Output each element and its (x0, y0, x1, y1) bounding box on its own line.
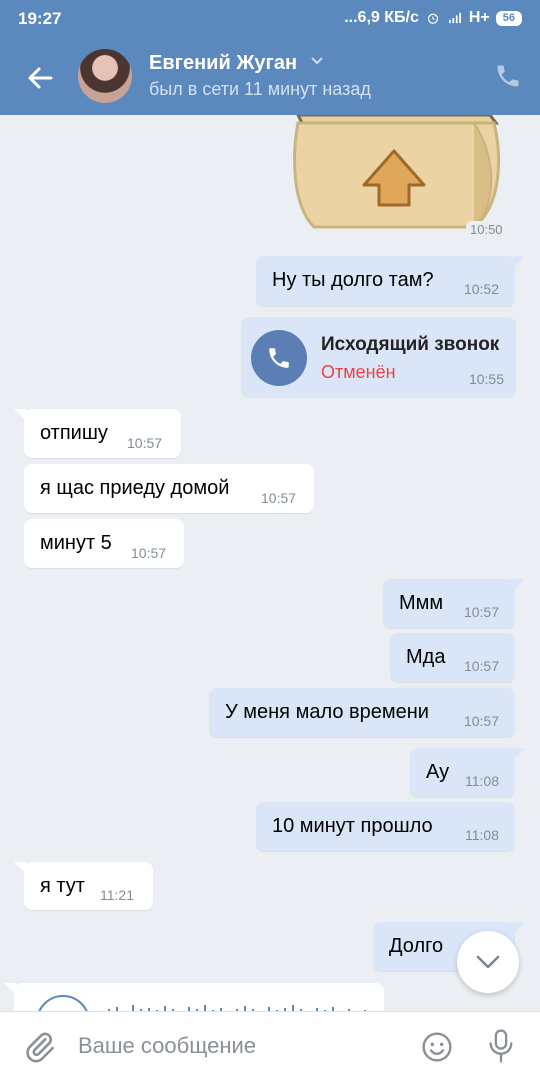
microphone-icon[interactable] (487, 1028, 515, 1064)
phone-icon (269, 348, 289, 368)
call-status: Отменён (321, 362, 396, 382)
message-time: 10:57 (127, 435, 163, 451)
message-text: Мда (406, 646, 446, 668)
message-input[interactable] (78, 1026, 398, 1066)
waveform-icon (108, 1005, 366, 1011)
status-time: 19:27 (18, 9, 62, 28)
call-button[interactable] (494, 62, 522, 90)
message-time: 10:57 (463, 658, 499, 674)
message-bubble-outgoing[interactable]: Ммм 10:57 (383, 579, 525, 628)
message-time: 11:08 (465, 827, 499, 843)
emoji-icon[interactable] (421, 1031, 453, 1063)
sticker-timestamp: 10:50 (466, 221, 507, 238)
alarm-icon (427, 13, 438, 24)
contact-name[interactable]: Евгений Жуган (149, 52, 297, 75)
message-text: Ау (426, 761, 450, 783)
message-bubble-outgoing[interactable]: Ну ты долго там? 10:52 (256, 256, 525, 306)
message-composer (0, 1011, 540, 1080)
signal-icon (448, 12, 461, 24)
message-bubble-outgoing[interactable]: 10 минут прошло 11:08 (256, 802, 515, 851)
contact-last-seen: был в сети 11 минут назад (149, 79, 371, 99)
message-text: я щас приеду домой (40, 477, 230, 499)
voice-play-button[interactable] (36, 995, 90, 1011)
message-text: я тут (40, 875, 85, 897)
message-time: 10:57 (131, 545, 167, 561)
battery-indicator: 56 (495, 10, 522, 26)
message-time: 10:57 (261, 490, 297, 506)
call-phone-icon (251, 330, 307, 386)
phone-icon (497, 65, 519, 87)
message-text: У меня мало времени (225, 701, 429, 723)
message-text: отпишу (40, 422, 108, 444)
message-bubble-incoming[interactable]: я щас приеду домой 10:57 (24, 464, 314, 513)
back-arrow-icon (28, 67, 53, 89)
message-text: Ммм (399, 592, 444, 614)
network-speed: ...6,9 КБ/с (344, 9, 419, 26)
message-text: 10 минут прошло (272, 815, 433, 837)
paperclip-icon[interactable] (22, 1030, 56, 1064)
chevron-down-icon[interactable] (310, 56, 324, 66)
contact-avatar[interactable] (78, 49, 132, 103)
message-bubble-outgoing[interactable]: Мда 10:57 (390, 633, 515, 682)
chevron-down-icon (476, 955, 500, 969)
message-text: минут 5 (40, 532, 112, 554)
voice-message-bubble[interactable] (4, 983, 384, 1011)
call-time: 10:55 (468, 371, 504, 387)
message-time: 11:21 (100, 887, 134, 903)
message-text: Долго (389, 935, 444, 957)
back-button[interactable] (20, 58, 60, 98)
message-time: 11:08 (465, 773, 499, 789)
network-type: H+ (468, 9, 490, 26)
message-bubble-outgoing[interactable]: Ау 11:08 (410, 748, 525, 797)
message-bubble-incoming[interactable]: отпишу 10:57 (14, 409, 181, 458)
message-bubble-outgoing[interactable]: У меня мало времени 10:57 (209, 688, 515, 737)
message-bubble-incoming[interactable]: минут 5 10:57 (24, 519, 184, 568)
message-time: 10:52 (463, 281, 499, 297)
message-time: 10:57 (463, 713, 499, 729)
status-indicators: ...6,9 КБ/с H+ 56 (344, 9, 522, 27)
message-bubble-incoming[interactable]: я тут 11:21 (14, 862, 153, 910)
chat-header: 19:27 ...6,9 КБ/с H+ 56 Евгений Жуган бы… (0, 0, 540, 115)
scroll-to-bottom-button[interactable] (457, 931, 519, 993)
message-text: Ну ты долго там? (272, 269, 434, 291)
call-message-bubble[interactable]: Исходящий звонок Отменён 10:55 (241, 317, 516, 398)
status-bar: 19:27 ...6,9 КБ/с H+ 56 (0, 0, 540, 36)
call-title: Исходящий звонок (321, 334, 500, 355)
message-list[interactable]: 10:50 Ну ты долго там? 10:52 Исходящий з… (0, 115, 540, 1011)
message-time: 10:57 (463, 604, 499, 620)
